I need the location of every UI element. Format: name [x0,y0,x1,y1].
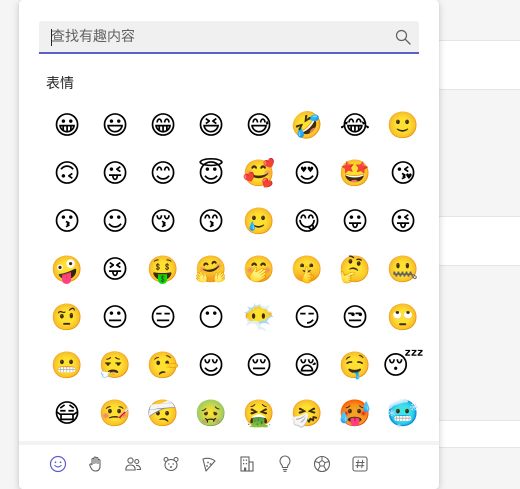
emoji-button[interactable]: 🤩 [331,150,379,198]
lightbulb-icon [279,455,291,472]
emoji-button[interactable]: ☺ [91,198,139,246]
emoji-button[interactable]: 🤨 [43,294,91,342]
smiley-icon [49,455,66,473]
emoji-button[interactable]: 😘 [379,150,427,198]
search-icon[interactable] [395,29,411,45]
emoji-button[interactable]: 🥰 [235,150,283,198]
emoji-button[interactable]: 😑 [139,294,187,342]
emoji-button[interactable]: 😶‍🌫️ [235,294,283,342]
emoji-button[interactable]: 😬 [43,342,91,390]
hand-icon [88,456,101,472]
emoji-button[interactable]: 😶 [187,294,235,342]
text-caret [51,29,52,46]
emoji-button[interactable]: 😔 [235,342,283,390]
search-box[interactable] [39,21,419,54]
emoji-button[interactable]: 😮‍💨 [91,342,139,390]
emoji-button[interactable]: 🤒 [91,390,139,438]
emoji-button[interactable]: 😒 [331,294,379,342]
category-tabs [39,448,379,480]
emoji-button[interactable]: 😛 [331,198,379,246]
emoji-button[interactable]: 😜 [91,150,139,198]
emoji-button[interactable]: 🤮 [235,390,283,438]
emoji-button[interactable]: 😋 [283,198,331,246]
emoji-button[interactable]: 🙃 [43,150,91,198]
people-icon [125,457,142,471]
symbols-icon [352,456,368,472]
emoji-button[interactable]: 😏 [283,294,331,342]
emoji-button[interactable]: 😅 [235,102,283,150]
emoji-button[interactable]: 😇 [187,150,235,198]
emoji-button[interactable]: 😂 [331,102,379,150]
tab-symbols[interactable] [341,448,379,480]
search-input[interactable] [51,27,371,47]
emoji-button[interactable]: 😊 [139,150,187,198]
food-icon [202,457,216,472]
tab-activities[interactable] [303,448,341,480]
emoji-button[interactable]: 🤣 [283,102,331,150]
emoji-button[interactable]: 😴 [379,342,427,390]
building-icon [240,456,254,472]
emoji-button[interactable]: 😃 [91,102,139,150]
emoji-button[interactable]: 🥵 [331,390,379,438]
emoji-button[interactable]: 😍 [283,150,331,198]
soccer-ball-icon [314,455,331,473]
emoji-button[interactable]: 🤥 [139,342,187,390]
emoji-button[interactable]: 😀 [43,102,91,150]
emoji-button[interactable]: 😷 [43,390,91,438]
emoji-button[interactable]: 🤗 [187,246,235,294]
emoji-button[interactable]: 🤪 [43,246,91,294]
emoji-button[interactable]: 😙 [187,198,235,246]
emoji-button[interactable]: 😐 [91,294,139,342]
emoji-button[interactable]: 🤕 [139,390,187,438]
emoji-button[interactable]: 🙄 [379,294,427,342]
footer-divider [19,441,439,445]
emoji-button[interactable]: 😆 [187,102,235,150]
tab-places[interactable] [228,448,266,480]
emoji-button[interactable]: 🤑 [139,246,187,294]
emoji-button[interactable]: 🤐 [379,246,427,294]
emoji-grid: 😀 😃 😁 😆 😅 🤣 😂 🙂 🙃 😜 😊 😇 🥰 😍 🤩 😘 😗 ☺ 😚 😙 🥲 😋 😛 😜 🤪 😝 🤑 🤗 🤭 🤫 🤔 🤐 🤨 😐 😑 😶 😶‍🌫️… [43,102,427,438]
emoji-button[interactable]: 🤤 [331,342,379,390]
emoji-button[interactable]: 😝 [91,246,139,294]
emoji-button[interactable]: 🤢 [187,390,235,438]
emoji-button[interactable]: 😌 [187,342,235,390]
emoji-button[interactable]: 😚 [139,198,187,246]
emoji-button[interactable]: 🤧 [283,390,331,438]
emoji-button[interactable]: 🙂 [379,102,427,150]
tab-animals[interactable] [152,448,190,480]
tab-people[interactable] [115,448,153,480]
section-title: 表情 [46,76,74,92]
emoji-button[interactable]: 🤫 [283,246,331,294]
tab-objects[interactable] [266,448,304,480]
emoji-button[interactable]: 😁 [139,102,187,150]
emoji-button[interactable]: 🥶 [379,390,427,438]
emoji-button[interactable]: 😜 [379,198,427,246]
emoji-picker: 表情 😀😃😁😆😅🤣😂🙂🙃😜😊😇🥰😍🤩😘😗☺😚😙🥲😋😛😜🤪😝🤑🤗🤭🤫🤔🤐🤨😐😑😶😶… [19,0,439,489]
emoji-button[interactable]: 🤔 [331,246,379,294]
animal-icon [163,456,179,472]
emoji-button[interactable]: 🤭 [235,246,283,294]
tab-smileys[interactable] [39,448,77,480]
emoji-button[interactable]: 🥲 [235,198,283,246]
emoji-button[interactable]: 😪 [283,342,331,390]
emoji-button[interactable]: 😗 [43,198,91,246]
tab-gestures[interactable] [77,448,115,480]
tab-food[interactable] [190,448,228,480]
